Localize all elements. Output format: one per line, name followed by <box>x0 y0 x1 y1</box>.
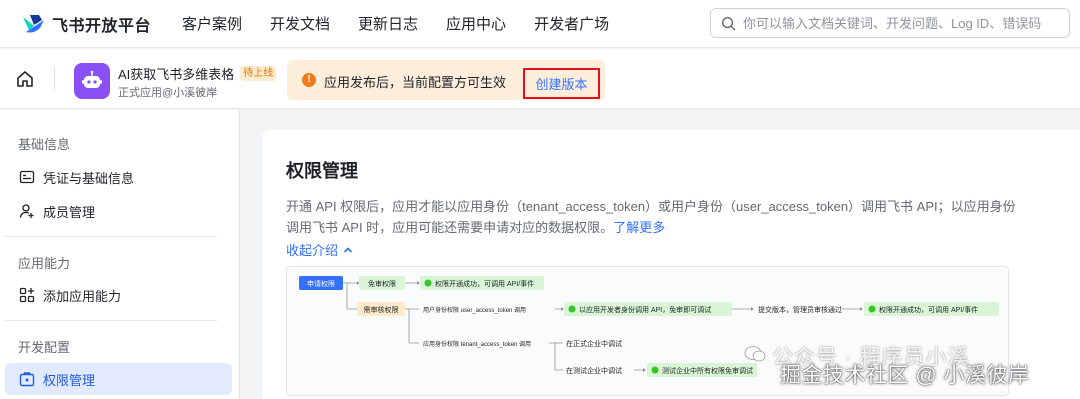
sidebar-item-label: 添加应用能力 <box>43 288 122 304</box>
sidebar-item-label: 凭证与基础信息 <box>43 170 135 186</box>
collapse-label: 收起介绍 <box>286 243 339 258</box>
notice-text: 应用发布后，当前配置方可生效 <box>324 75 507 90</box>
wechat-icon <box>744 346 766 362</box>
sidebar-item-permissions[interactable]: 权限管理 <box>5 363 232 395</box>
member-icon <box>19 204 34 218</box>
nav-item-developer-plaza[interactable]: 开发者广场 <box>534 13 609 34</box>
diagram-need-review: 需审核权限 <box>364 305 399 314</box>
diagram-free-review: 免审权限 <box>368 279 396 288</box>
status-badge: 待上线 <box>240 66 277 81</box>
divider <box>5 320 217 321</box>
nav-item-cases[interactable]: 客户案例 <box>182 13 242 34</box>
diagram-prod-debug: 在正式企业中调试 <box>566 339 622 348</box>
feishu-logo-icon <box>23 14 44 32</box>
top-nav: 飞书开放平台 客户案例 开发文档 更新日志 应用中心 开发者广场 <box>0 0 1080 48</box>
home-icon[interactable] <box>15 69 35 89</box>
search-box[interactable] <box>710 8 1070 38</box>
diagram-submit: 提交版本，管理员审核通过 <box>758 305 842 314</box>
nav-items: 客户案例 开发文档 更新日志 应用中心 开发者广场 <box>182 13 637 34</box>
collapse-intro-button[interactable]: 收起介绍 <box>286 240 354 259</box>
nav-item-docs[interactable]: 开发文档 <box>270 13 330 34</box>
diagram-app-perm: 应用身份权限 tenant_access_token 调用 <box>423 340 531 348</box>
divider <box>54 67 55 91</box>
sidebar-item-members[interactable]: 成员管理 <box>5 195 232 227</box>
sidebar-item-add-capability[interactable]: 添加应用能力 <box>5 279 232 311</box>
sidebar-item-credentials[interactable]: 凭证与基础信息 <box>5 161 232 193</box>
create-version-button[interactable]: 创建版本 <box>523 68 600 99</box>
learn-more-link[interactable]: 了解更多 <box>613 220 665 235</box>
nav-item-app-center[interactable]: 应用中心 <box>446 13 506 34</box>
credential-icon <box>19 170 35 184</box>
app-subtitle: 正式应用@小溪彼岸 <box>118 87 218 99</box>
permission-icon <box>19 372 35 387</box>
search-input[interactable] <box>743 15 1043 31</box>
brand[interactable]: 飞书开放平台 <box>20 12 176 36</box>
diagram-test-ok: 测试企业中所有权限免审调试 <box>662 366 753 375</box>
diagram-free-result: 权限开通成功，可调用 API/事件 <box>435 279 534 288</box>
sidebar-item-label: 成员管理 <box>43 204 96 220</box>
warning-icon: ! <box>302 73 316 87</box>
sidebar-item-label: 权限管理 <box>43 372 96 388</box>
divider <box>5 236 217 237</box>
sidebar-section-basic: 基础信息 <box>18 137 71 152</box>
nav-item-changelog[interactable]: 更新日志 <box>358 13 418 34</box>
app-name-row: AI获取飞书多维表格 待上线 <box>118 64 277 83</box>
diagram-user-perm: 用户身份权限 user_access_token 调用 <box>423 306 526 314</box>
diagram-apply: 申请权限 <box>307 279 335 288</box>
app-name: AI获取飞书多维表格 <box>118 67 235 82</box>
juejin-watermark: 掘金技术社区 @ 小溪彼岸 <box>780 364 1030 387</box>
diagram-debug-ok: 以应用开发者身份调用 API，免审即可调试 <box>579 305 711 314</box>
chevron-up-icon <box>343 246 353 253</box>
sidebar-section-dev-config: 开发配置 <box>18 340 71 355</box>
search-icon <box>721 16 736 30</box>
brand-name: 飞书开放平台 <box>52 17 152 35</box>
sidebar: 基础信息 凭证与基础信息 成员管理 应用能力 添加应用能力 开发配置 权限管理 <box>0 110 240 399</box>
sidebar-section-capabilities: 应用能力 <box>18 256 71 271</box>
robot-icon <box>74 63 110 99</box>
diagram-test-debug: 在测试企业中调试 <box>566 366 622 375</box>
permission-description: 开通 API 权限后，应用才能以应用身份（tenant_access_token… <box>286 196 1016 238</box>
add-capability-icon <box>19 287 35 303</box>
page-title: 权限管理 <box>286 161 358 181</box>
diagram-final-result: 权限开通成功，可调用 API/事件 <box>879 305 978 314</box>
